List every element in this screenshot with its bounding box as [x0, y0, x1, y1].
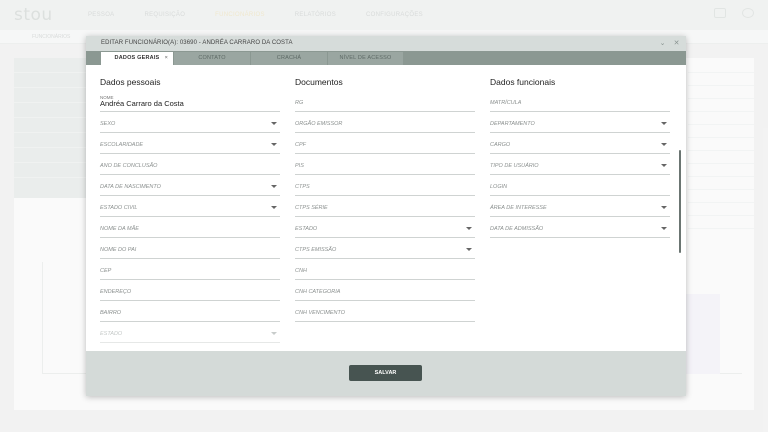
field-label: TIPO DE USUÁRIO: [490, 163, 539, 169]
field-label: ORGÃO EMISSOR: [295, 121, 343, 127]
section-heading-documents: Documentos: [295, 77, 343, 87]
ctps-serie-input[interactable]: CTPS SÉRIE: [295, 196, 475, 217]
nome-pai-input[interactable]: NOME DO PAI: [100, 238, 280, 259]
cnh-vencimento-input[interactable]: CNH VENCIMENTO: [295, 301, 475, 322]
field-label: DATA DE ADMISSÃO: [490, 226, 544, 232]
personal-data-column: Dados pessoais NOME Andréa Carraro da Co…: [100, 65, 280, 343]
bairro-input[interactable]: BAIRRO: [100, 301, 280, 322]
field-label: BAIRRO: [100, 310, 122, 316]
chevron-down-icon: [661, 206, 667, 209]
field-label: RG: [295, 100, 304, 106]
scrollbar[interactable]: [679, 150, 681, 253]
chevron-down-icon: [271, 206, 277, 209]
area-interesse-select[interactable]: ÁREA DE INTERESSE: [490, 196, 670, 217]
documents-column: Documentos RG ORGÃO EMISSOR CPF PIS CTPS…: [295, 65, 475, 322]
edit-employee-modal: EDITAR FUNCIONÁRIO(A): 03690 - ANDRÉA CA…: [86, 36, 686, 396]
field-label: CPF: [295, 142, 306, 148]
chevron-down-icon: [466, 227, 472, 230]
field-label: CNH: [295, 268, 307, 274]
ano-conclusao-input[interactable]: ANO DE CONCLUSÃO: [100, 154, 280, 175]
cnh-categoria-input[interactable]: CNH CATEGORIA: [295, 280, 475, 301]
field-label: ESTADO CIVIL: [100, 205, 138, 211]
modal-title: EDITAR FUNCIONÁRIO(A): 03690 - ANDRÉA CA…: [101, 40, 293, 46]
name-field[interactable]: NOME Andréa Carraro da Costa: [100, 91, 280, 112]
field-label: CNH VENCIMENTO: [295, 310, 346, 316]
cnh-input[interactable]: CNH: [295, 259, 475, 280]
section-heading-functional: Dados funcionais: [490, 77, 556, 87]
functional-data-column: Dados funcionais MATRÍCULA DEPARTAMENTO …: [490, 65, 670, 238]
login-input[interactable]: LOGIN: [490, 175, 670, 196]
field-label: CTPS EMISSÃO: [295, 247, 337, 253]
field-label: ENDEREÇO: [100, 289, 132, 295]
field-label: DATA DE NASCIMENTO: [100, 184, 161, 190]
nome-mae-input[interactable]: NOME DA MÃE: [100, 217, 280, 238]
field-label: CTPS: [295, 184, 310, 190]
chevron-down-icon: [661, 164, 667, 167]
matricula-input[interactable]: MATRÍCULA: [490, 91, 670, 112]
chevron-down-icon: [661, 227, 667, 230]
departamento-select[interactable]: DEPARTAMENTO: [490, 112, 670, 133]
field-label: ANO DE CONCLUSÃO: [100, 163, 158, 169]
data-admissao-input[interactable]: DATA DE ADMISSÃO: [490, 217, 670, 238]
tab-dados-gerais[interactable]: DADOS GERAIS ×: [101, 52, 173, 65]
cpf-input[interactable]: CPF: [295, 133, 475, 154]
chevron-down-icon: [271, 332, 277, 335]
chevron-down-icon: [271, 185, 277, 188]
cargo-select[interactable]: CARGO: [490, 133, 670, 154]
field-label: ESTADO: [295, 226, 318, 232]
chevron-down-icon[interactable]: ⌄: [658, 39, 667, 48]
chevron-down-icon: [271, 122, 277, 125]
tipo-usuario-select[interactable]: TIPO DE USUÁRIO: [490, 154, 670, 175]
save-button[interactable]: SALVAR: [349, 365, 422, 381]
ctps-emissao-input[interactable]: CTPS EMISSÃO: [295, 238, 475, 259]
close-icon[interactable]: ✕: [672, 39, 681, 48]
escolaridade-select[interactable]: ESCOLARIDADE: [100, 133, 280, 154]
pis-input[interactable]: PIS: [295, 154, 475, 175]
field-label: DEPARTAMENTO: [490, 121, 535, 127]
sexo-select[interactable]: SEXO: [100, 112, 280, 133]
tab-close-icon[interactable]: ×: [165, 52, 168, 65]
chevron-down-icon: [466, 248, 472, 251]
field-label: CNH CATEGORIA: [295, 289, 341, 295]
tab-cracha[interactable]: CRACHÁ: [251, 52, 327, 65]
field-label: NOME DA MÃE: [100, 226, 139, 232]
field-label: MATRÍCULA: [490, 100, 522, 106]
chevron-down-icon: [661, 122, 667, 125]
field-label: LOGIN: [490, 184, 508, 190]
modal-header: EDITAR FUNCIONÁRIO(A): 03690 - ANDRÉA CA…: [86, 36, 686, 51]
estado-select[interactable]: ESTADO: [100, 322, 280, 343]
field-label: PIS: [295, 163, 304, 169]
documento-estado-select[interactable]: ESTADO: [295, 217, 475, 238]
data-nascimento-input[interactable]: DATA DE NASCIMENTO: [100, 175, 280, 196]
tab-label: DADOS GERAIS: [114, 55, 160, 61]
field-label: ÁREA DE INTERESSE: [490, 205, 547, 211]
endereco-input[interactable]: ENDEREÇO: [100, 280, 280, 301]
tab-bar: DADOS GERAIS × CONTATO CRACHÁ NÍVEL DE A…: [86, 51, 686, 65]
field-label: NOME DO PAI: [100, 247, 137, 253]
section-heading-personal: Dados pessoais: [100, 77, 161, 87]
cep-input[interactable]: CEP: [100, 259, 280, 280]
field-label: CARGO: [490, 142, 511, 148]
field-label: ESTADO: [100, 331, 123, 337]
rg-input[interactable]: RG: [295, 91, 475, 112]
field-label: CEP: [100, 268, 112, 274]
chevron-down-icon: [661, 143, 667, 146]
name-value: Andréa Carraro da Costa: [100, 99, 184, 108]
ctps-input[interactable]: CTPS: [295, 175, 475, 196]
chevron-down-icon: [271, 143, 277, 146]
field-label: SEXO: [100, 121, 116, 127]
field-label: CTPS SÉRIE: [295, 205, 328, 211]
estado-civil-select[interactable]: ESTADO CIVIL: [100, 196, 280, 217]
field-label: ESCOLARIDADE: [100, 142, 144, 148]
orgao-emissor-input[interactable]: ORGÃO EMISSOR: [295, 112, 475, 133]
tab-contato[interactable]: CONTATO: [174, 52, 250, 65]
tab-nivel-de-acesso[interactable]: NÍVEL DE ACESSO: [328, 52, 403, 65]
modal-body: Dados pessoais NOME Andréa Carraro da Co…: [86, 65, 686, 351]
modal-footer: SALVAR: [86, 351, 686, 396]
